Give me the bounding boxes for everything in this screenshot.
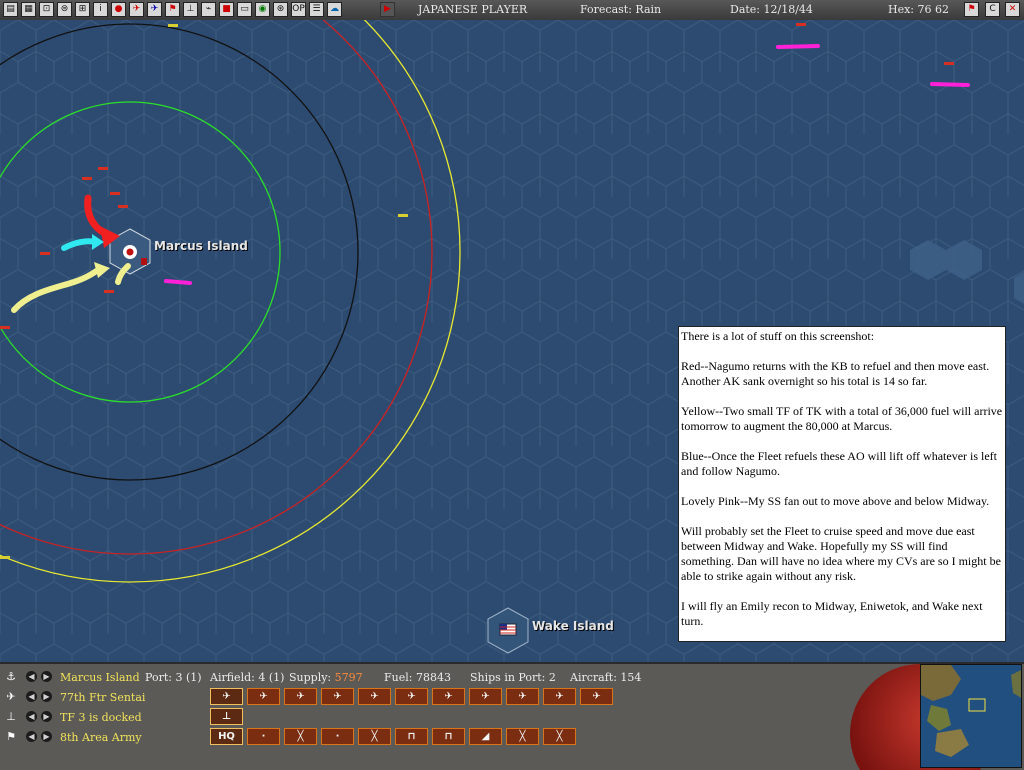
note-paragraph: There is a lot of stuff on this screensh… xyxy=(681,329,875,343)
aircraft-icon[interactable]: ✈ xyxy=(321,688,354,705)
tf-row: ⊥ ◀ ▶ TF 3 is docked xyxy=(0,708,640,726)
forecast-label: Forecast: Rain xyxy=(580,3,662,16)
wake-island-label[interactable]: Wake Island xyxy=(532,619,614,633)
next-tf-button[interactable]: ▶ xyxy=(41,711,52,722)
air-icon[interactable]: ✈ xyxy=(129,2,144,17)
prev-tf-button[interactable]: ◀ xyxy=(26,711,37,722)
land-unit-icon[interactable]: ⊓ xyxy=(432,728,465,745)
base-row: ⚓ ◀ ▶ Marcus Island Port: 3 (1) Airfield… xyxy=(0,668,642,686)
list-icon[interactable]: ☰ xyxy=(309,2,324,17)
air-unit-name[interactable]: 77th Ftr Sentai xyxy=(60,691,145,704)
play-icon[interactable]: ▶ xyxy=(380,2,395,17)
flag-menu-icon[interactable]: ⚑ xyxy=(964,2,979,17)
land-unit-icon[interactable]: ╳ xyxy=(358,728,391,745)
report-icon[interactable]: ▦ xyxy=(21,2,36,17)
ships-in-port-info: Ships in Port: 2 xyxy=(470,671,556,684)
supply-info: Supply: 5797 xyxy=(289,671,363,684)
top-toolbar: ▤ ▦ ⊡ ⊜ ⊞ i ● ✈ ✈ ⚑ ⊥ ⌁ ■ ▭ ◉ ⊛ OP ☰ ☁ ▶… xyxy=(0,0,1024,21)
pink-arrow-near xyxy=(164,279,192,285)
hex-label: Hex: 76 62 xyxy=(888,3,949,16)
land-unit-icon[interactable]: ╳ xyxy=(543,728,576,745)
flag-icon: ⚑ xyxy=(6,730,16,743)
note-paragraph: Blue--Once the Fleet refuels these AO wi… xyxy=(681,449,998,478)
next-air-button[interactable]: ▶ xyxy=(41,691,52,702)
land-unit-icon[interactable]: ╳ xyxy=(284,728,317,745)
aircraft-icon[interactable]: ✈ xyxy=(432,688,465,705)
op-button[interactable]: OP xyxy=(291,2,306,17)
next-land-button[interactable]: ▶ xyxy=(41,731,52,742)
aircraft-icon[interactable]: ✈ xyxy=(506,688,539,705)
port-info: Port: 3 (1) xyxy=(145,671,202,684)
airfield-info: Airfield: 4 (1) xyxy=(210,671,285,684)
close-icon[interactable]: ✕ xyxy=(1005,2,1020,17)
squad-icon[interactable]: ⊞ xyxy=(75,2,90,17)
player-label: JAPANESE PLAYER xyxy=(418,3,528,16)
aircraft-icon[interactable]: ✈ xyxy=(358,688,391,705)
fighter-icon[interactable]: ✈ xyxy=(147,2,162,17)
annotation-note: There is a lot of stuff on this screensh… xyxy=(678,326,1006,642)
land-unit-icon[interactable]: ◢ xyxy=(469,728,502,745)
land-unit-icon[interactable]: ╳ xyxy=(506,728,539,745)
land-unit-icon[interactable]: · xyxy=(321,728,354,745)
group-icon[interactable]: ⌁ xyxy=(201,2,216,17)
supply-value: 5797 xyxy=(334,671,363,684)
aircraft-icon[interactable]: ✈ xyxy=(580,688,613,705)
pink-arrow-e xyxy=(930,82,970,87)
tf-icon[interactable]: ⊡ xyxy=(39,2,54,17)
aircraft-icon[interactable]: ✈ xyxy=(469,688,502,705)
next-base-button[interactable]: ▶ xyxy=(41,671,52,682)
pink-arrow-ne xyxy=(776,44,820,49)
ship-icon[interactable]: ⊥ xyxy=(183,2,198,17)
land-unit-icon[interactable]: · xyxy=(247,728,280,745)
anchor-icon: ⚓ xyxy=(6,670,16,683)
land-unit-name[interactable]: 8th Area Army xyxy=(60,731,142,744)
date-label: Date: 12/18/44 xyxy=(730,3,813,16)
save-icon[interactable]: ▤ xyxy=(3,2,18,17)
corner-c-button[interactable]: C xyxy=(985,2,1000,17)
note-paragraph: Lovely Pink--My SS fan out to move above… xyxy=(681,494,990,508)
prev-air-button[interactable]: ◀ xyxy=(26,691,37,702)
tf-ship-icon[interactable]: ⊥ xyxy=(210,708,243,725)
prev-land-button[interactable]: ◀ xyxy=(26,731,37,742)
marcus-island-label[interactable]: Marcus Island xyxy=(154,239,248,253)
prev-base-button[interactable]: ◀ xyxy=(26,671,37,682)
cloud-icon[interactable]: ☁ xyxy=(327,2,342,17)
flag-icon[interactable]: ⚑ xyxy=(165,2,180,17)
aircraft-icon[interactable]: ✈ xyxy=(247,688,280,705)
globe-icon[interactable]: ◉ xyxy=(255,2,270,17)
note-paragraph: I will fly an Emily recon to Midway, Eni… xyxy=(681,599,983,628)
aircraft-icon[interactable]: ✈ xyxy=(284,688,317,705)
note-paragraph: Red--Nagumo returns with the KB to refue… xyxy=(681,359,990,388)
land-unit-icon[interactable]: ⊓ xyxy=(395,728,428,745)
hq-unit-icon[interactable]: HQ xyxy=(210,728,243,745)
sub-icon[interactable]: ⊜ xyxy=(57,2,72,17)
info-icon[interactable]: i xyxy=(93,2,108,17)
base-name[interactable]: Marcus Island xyxy=(60,671,140,684)
mission-icon[interactable]: ■ xyxy=(219,2,234,17)
plane-icon: ✈ xyxy=(6,690,16,703)
aircraft-icon[interactable]: ✈ xyxy=(395,688,428,705)
tf-status[interactable]: TF 3 is docked xyxy=(60,711,142,724)
base-icon[interactable]: ▭ xyxy=(237,2,252,17)
filter-icon[interactable]: ⊛ xyxy=(273,2,288,17)
ship-icon: ⊥ xyxy=(6,710,16,723)
japan-flag-icon[interactable]: ● xyxy=(111,2,126,17)
minimap[interactable] xyxy=(920,664,1022,768)
aircraft-icon[interactable]: ✈ xyxy=(543,688,576,705)
note-paragraph: Will probably set the Fleet to cruise sp… xyxy=(681,524,1001,583)
info-panel: ⚓ ◀ ▶ Marcus Island Port: 3 (1) Airfield… xyxy=(0,662,1024,770)
aircraft-icon[interactable]: ✈ xyxy=(210,688,243,705)
note-paragraph: Yellow--Two small TF of TK with a total … xyxy=(681,404,1003,433)
fuel-info: Fuel: 78843 xyxy=(384,671,451,684)
aircraft-info: Aircraft: 154 xyxy=(570,671,642,684)
